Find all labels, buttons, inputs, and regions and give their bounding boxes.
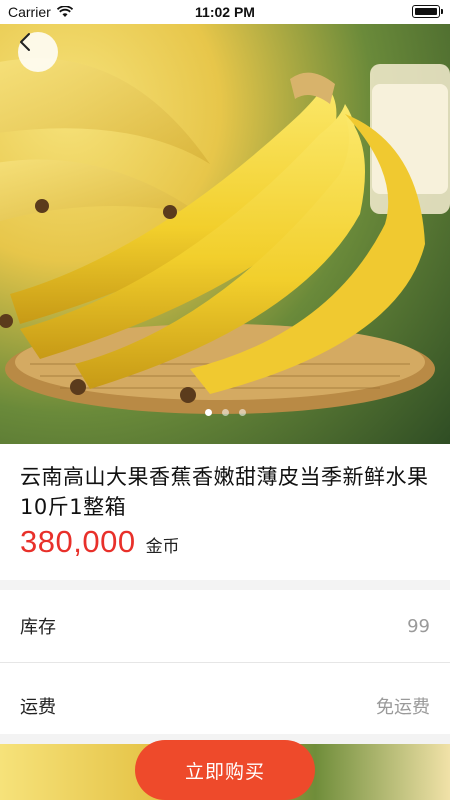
chevron-left-icon bbox=[20, 33, 30, 51]
shipping-label: 运费 bbox=[20, 697, 56, 718]
stock-row: 库存 99 bbox=[0, 590, 450, 662]
pagination-dot[interactable] bbox=[238, 409, 246, 416]
banana-product-image bbox=[0, 58, 450, 414]
product-info: 云南高山大果香蕉香嫩甜薄皮当季新鲜水果10斤1整箱 380,000 金币 bbox=[0, 444, 450, 560]
product-price: 380,000 bbox=[20, 524, 136, 559]
pagination-dot[interactable] bbox=[221, 409, 229, 416]
section-divider bbox=[0, 580, 450, 590]
buy-now-button[interactable]: 立即购买 bbox=[135, 740, 315, 800]
stock-label: 库存 bbox=[20, 617, 56, 638]
shipping-row: 运费 免运费 bbox=[0, 670, 450, 742]
price-currency: 金币 bbox=[145, 537, 180, 557]
shipping-value: 免运费 bbox=[376, 697, 430, 718]
product-image-gallery[interactable] bbox=[0, 24, 450, 444]
stock-value: 99 bbox=[407, 615, 430, 637]
clock: 11:02 PM bbox=[195, 4, 255, 20]
battery-icon bbox=[412, 5, 443, 18]
row-divider bbox=[0, 662, 450, 663]
product-title: 云南高山大果香蕉香嫩甜薄皮当季新鲜水果10斤1整箱 bbox=[20, 465, 429, 519]
back-button[interactable] bbox=[18, 32, 58, 72]
pagination-dot[interactable] bbox=[204, 409, 212, 416]
status-bar: Carrier 11:02 PM bbox=[0, 0, 450, 24]
gallery-pagination bbox=[0, 409, 450, 416]
price-row: 380,000 金币 bbox=[20, 524, 430, 560]
